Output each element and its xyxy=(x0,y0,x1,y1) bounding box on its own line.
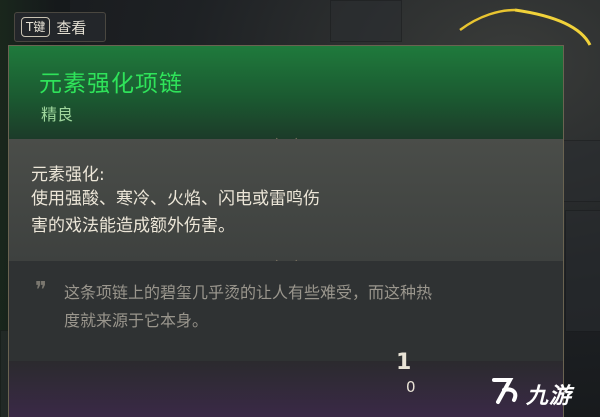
effect-line: 害的戏法能造成额外伤害。 xyxy=(31,216,235,236)
effect-description: 使用强酸、寒冷、火焰、闪电或雷鸣伤 害的戏法能造成额外伤害。 xyxy=(31,186,451,240)
hotkey-key: T键 xyxy=(21,17,51,37)
partial-glyph-bottom: 0 xyxy=(406,378,416,396)
flavor-line: 这条项链上的碧玺几乎烫的让人有些难受，而这种热 xyxy=(64,283,433,302)
effect-line: 使用强酸、寒冷、火焰、闪电或雷鸣伤 xyxy=(31,189,320,209)
item-rarity: 精良 xyxy=(41,105,74,124)
effect-title: 元素强化: xyxy=(31,165,105,185)
tooltip-footer xyxy=(9,361,563,417)
quote-icon: ❞ xyxy=(35,278,47,303)
watermark-text: 九游 xyxy=(526,384,573,409)
partial-glyph-top: 1 xyxy=(396,350,412,375)
hotkey-label: 查看 xyxy=(56,18,87,37)
jiuyou-logo-icon xyxy=(492,378,518,404)
item-tooltip: 元素强化项链 精良 元素强化: 使用强酸、寒冷、火焰、闪电或雷鸣伤 害的戏法能造… xyxy=(8,45,564,417)
item-name: 元素强化项链 xyxy=(39,71,183,97)
examine-hotkey-hint[interactable]: T键 查看 xyxy=(14,12,106,42)
flavor-line: 度就来源于它本身。 xyxy=(64,311,209,330)
flavor-text: 这条项链上的碧玺几乎烫的让人有些难受，而这种热 度就来源于它本身。 xyxy=(64,279,504,335)
